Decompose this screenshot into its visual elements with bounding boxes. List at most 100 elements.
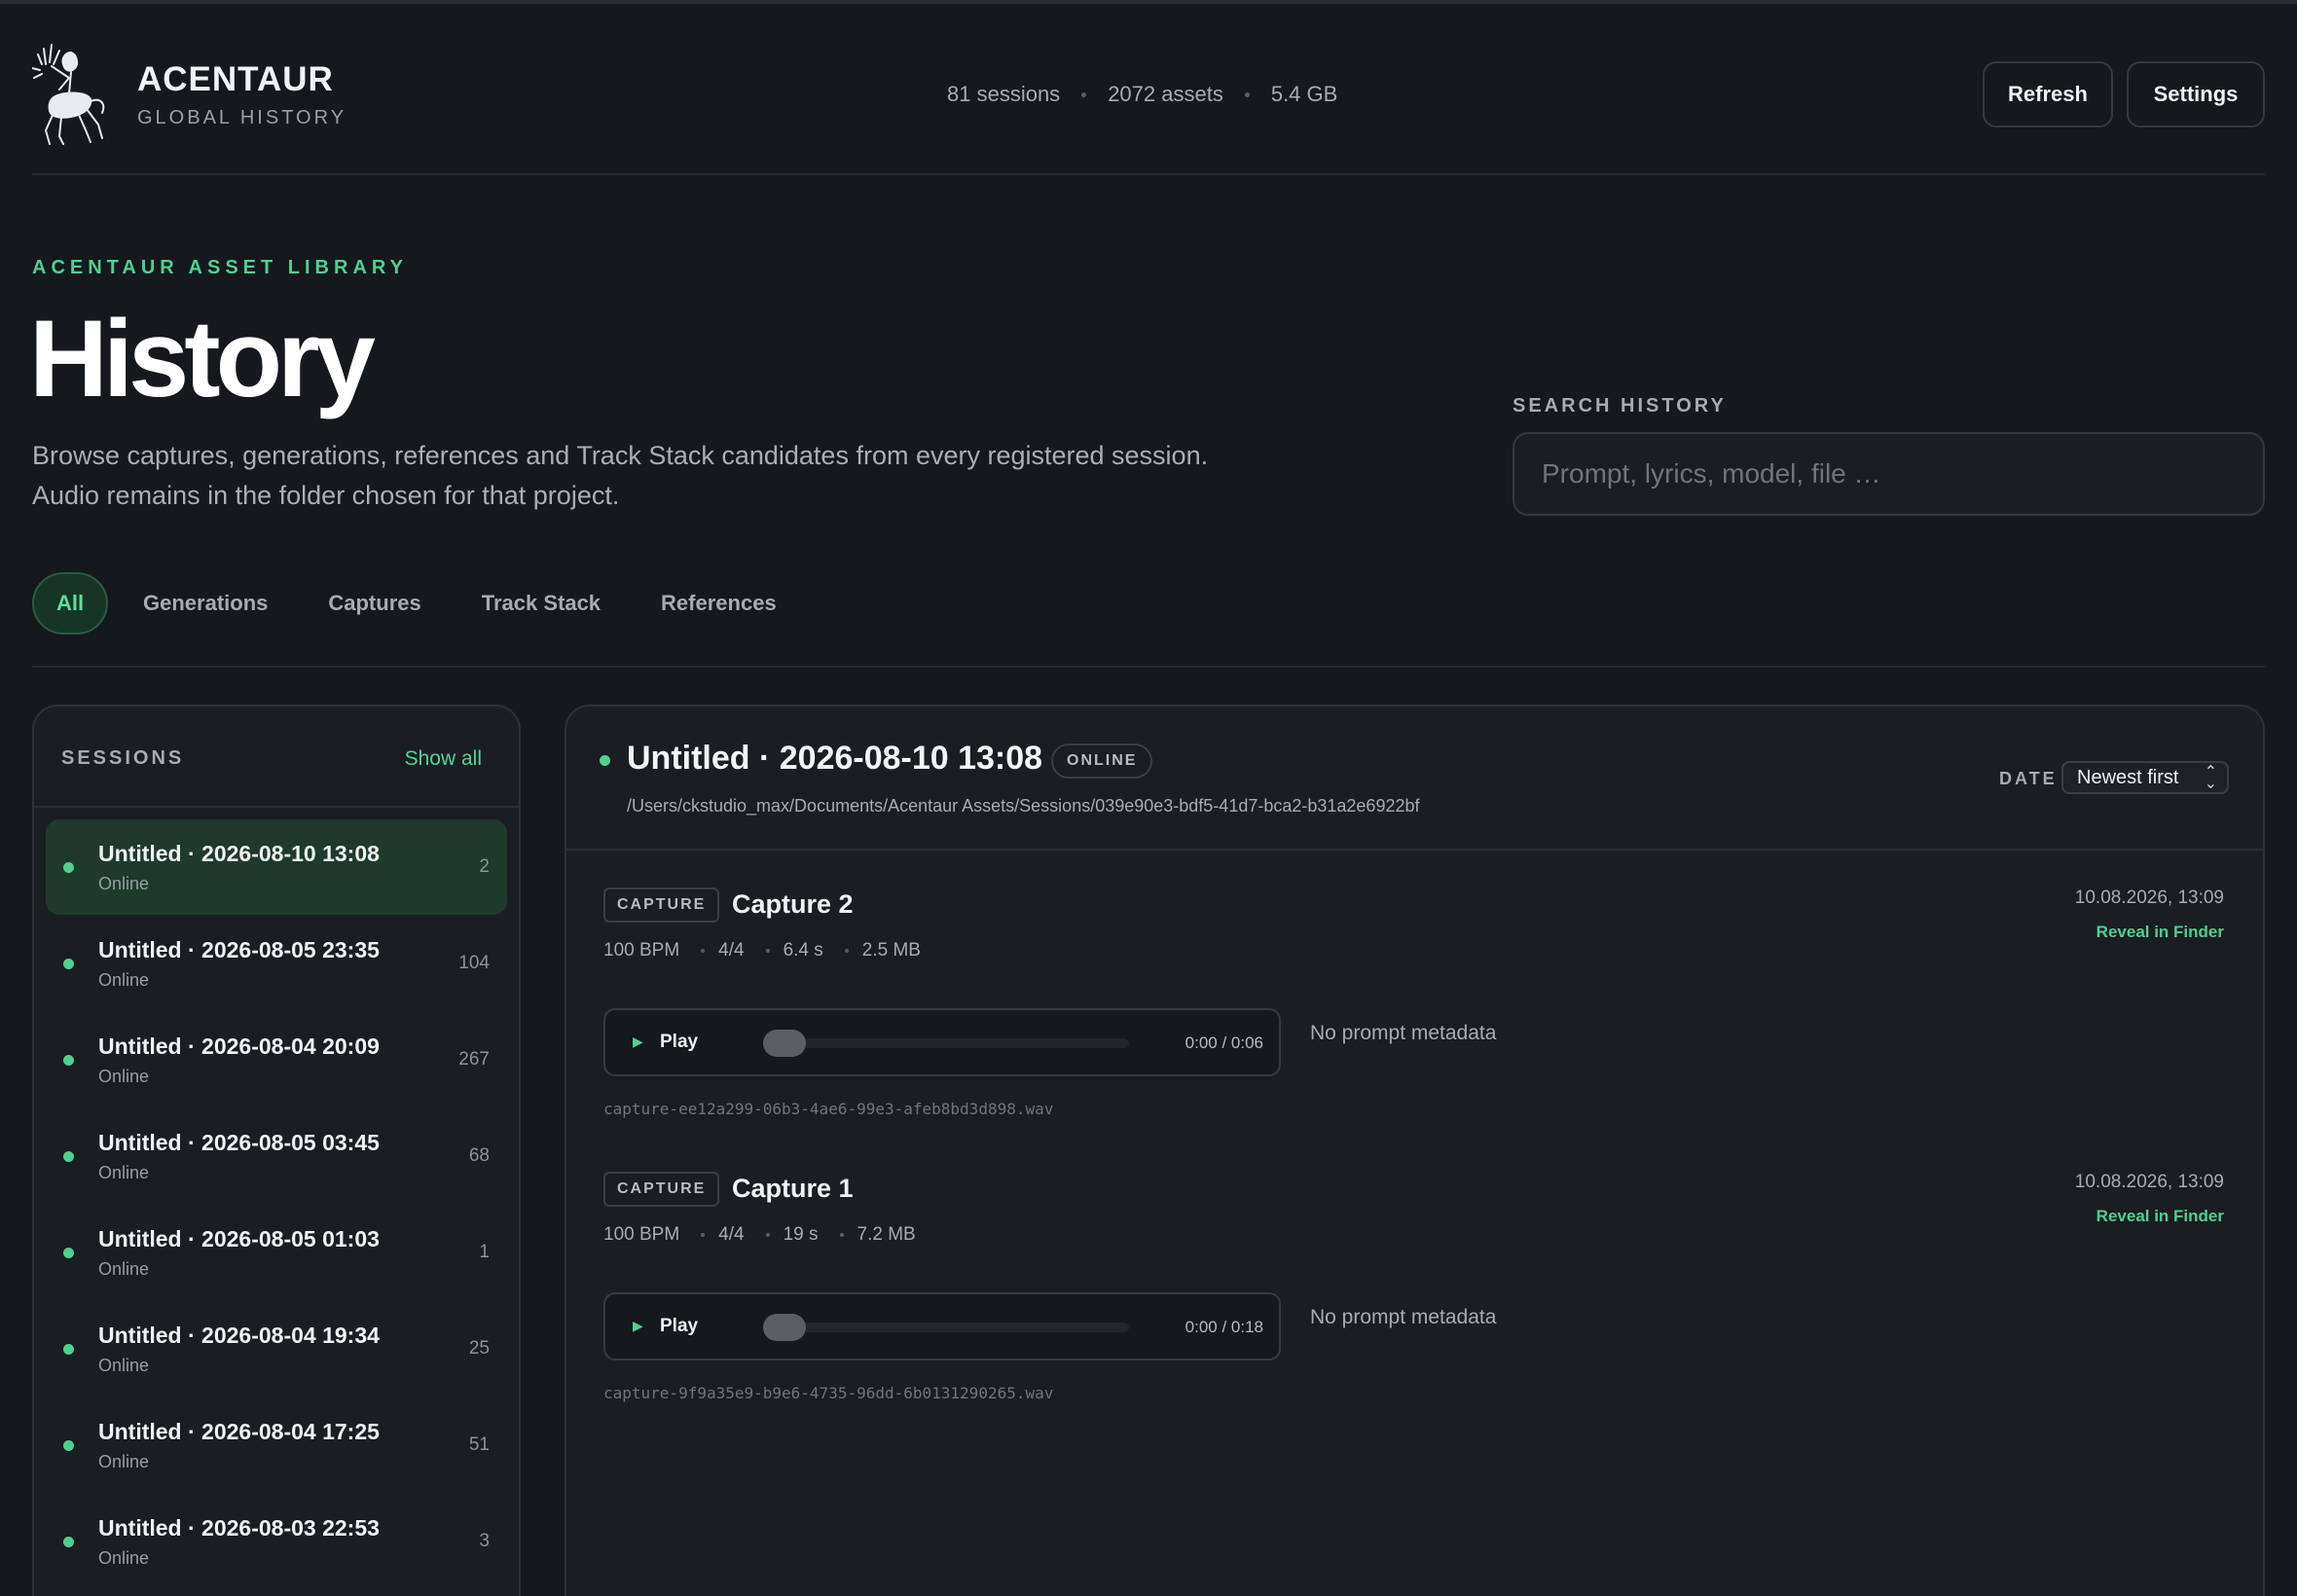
asset-date: 10.08.2026, 13:09: [2074, 1172, 2224, 1192]
asset-metadata: 100 BPM 4/4 6.4 s 2.5 MB: [603, 940, 942, 961]
playback-track[interactable]: [763, 1323, 1129, 1332]
sessions-panel: SESSIONS Show all Untitled · 2026-08-10 …: [32, 705, 521, 1596]
asset-filename: capture-9f9a35e9-b9e6-4735-96dd-6b013129…: [603, 1384, 1054, 1402]
search-input[interactable]: [1514, 434, 2263, 514]
session-asset-count: 3: [479, 1531, 490, 1551]
refresh-button[interactable]: Refresh: [1983, 61, 2113, 127]
online-status-dot: [63, 1344, 74, 1355]
meta-separator: [701, 949, 706, 953]
description-line-1: Browse captures, generations, references…: [32, 441, 1209, 470]
online-status-dot: [63, 959, 74, 969]
session-asset-count: 51: [468, 1434, 490, 1455]
date-sort-label: DATE: [1999, 769, 2058, 788]
meta-separator: [765, 1233, 770, 1237]
audio-player: ▶ Play 0:00 / 0:06: [603, 1008, 1281, 1076]
session-name: Untitled · 2026-08-05 03:45: [98, 1130, 380, 1155]
stat-separator: [1081, 91, 1087, 97]
session-item[interactable]: Untitled · 2026-08-05 01:03 Online 1: [46, 1205, 507, 1300]
page-description: Browse captures, generations, references…: [32, 436, 1336, 516]
chevron-up-down-icon: ⌃ ⌄: [2204, 764, 2217, 792]
asset-type-tag: CAPTURE: [603, 1172, 720, 1207]
asset-name: Capture 2: [732, 889, 854, 919]
asset-size: 7.2 MB: [857, 1224, 916, 1245]
session-status: Online: [98, 1452, 150, 1471]
tab-all[interactable]: All: [32, 572, 108, 635]
session-name: Untitled · 2026-08-05 23:35: [98, 937, 380, 962]
date-sort-select[interactable]: Newest first ⌃ ⌄: [2061, 761, 2229, 794]
show-all-link[interactable]: Show all: [405, 747, 482, 771]
session-status: Online: [98, 1548, 150, 1568]
session-asset-count: 25: [468, 1338, 490, 1359]
settings-button[interactable]: Settings: [2127, 61, 2265, 127]
play-icon[interactable]: ▶: [633, 1034, 643, 1050]
prompt-metadata: No prompt metadata: [1310, 1306, 1497, 1328]
asset-date: 10.08.2026, 13:09: [2074, 888, 2224, 908]
session-name: Untitled · 2026-08-04 20:09: [98, 1034, 380, 1059]
playback-scrubber[interactable]: [763, 1030, 806, 1057]
tab-references[interactable]: References: [661, 591, 777, 616]
search-box: [1513, 432, 2265, 516]
reveal-in-finder-link[interactable]: Reveal in Finder: [2096, 923, 2224, 942]
playback-track[interactable]: [763, 1038, 1129, 1048]
window-top-edge: [0, 0, 2297, 4]
description-line-2: Audio remains in the folder chosen for t…: [32, 481, 620, 510]
reveal-in-finder-link[interactable]: Reveal in Finder: [2096, 1207, 2224, 1226]
asset-filename: capture-ee12a299-06b3-4ae6-99e3-afeb8bd3…: [603, 1100, 1054, 1118]
session-status: Online: [98, 1259, 150, 1279]
session-name: Untitled · 2026-08-04 19:34: [98, 1323, 380, 1348]
sessions-header: SESSIONS Show all: [34, 707, 519, 808]
centaur-logo-icon: [32, 44, 105, 145]
session-name: Untitled · 2026-08-10 13:08: [98, 841, 380, 866]
session-name: Untitled · 2026-08-04 17:25: [98, 1419, 380, 1444]
tab-track-stack[interactable]: Track Stack: [482, 591, 601, 616]
asset-type-tag: CAPTURE: [603, 888, 720, 923]
session-item[interactable]: Untitled · 2026-08-05 23:35 Online 104: [46, 916, 507, 1011]
asset-card: CAPTURE Capture 2 100 BPM 4/4 6.4 s 2.5 …: [566, 888, 2263, 1170]
storage-size: 5.4 GB: [1270, 82, 1338, 106]
online-status-dot: [600, 755, 610, 766]
app-header: ACENTAUR GLOBAL HISTORY 81 sessions 2072…: [32, 39, 2265, 175]
session-item[interactable]: Untitled · 2026-08-10 13:08 Online 2: [46, 819, 507, 915]
online-status-dot: [63, 1440, 74, 1451]
online-status-dot: [63, 1537, 74, 1547]
session-detail-header: Untitled · 2026-08-10 13:08 ONLINE /User…: [566, 707, 2263, 851]
session-item[interactable]: Untitled · 2026-08-04 20:09 Online 267: [46, 1012, 507, 1107]
session-list: Untitled · 2026-08-10 13:08 Online 2 Unt…: [34, 808, 519, 1589]
session-detail-panel: Untitled · 2026-08-10 13:08 ONLINE /User…: [565, 705, 2265, 1596]
session-item[interactable]: Untitled · 2026-08-04 17:25 Online 51: [46, 1397, 507, 1493]
asset-bpm: 100 BPM: [603, 940, 680, 961]
asset-name: Capture 1: [732, 1174, 854, 1203]
session-item[interactable]: Untitled · 2026-08-03 22:53 Online 3: [46, 1494, 507, 1589]
asset-bpm: 100 BPM: [603, 1224, 680, 1245]
online-badge: ONLINE: [1051, 744, 1153, 779]
online-status-dot: [63, 862, 74, 873]
tab-captures[interactable]: Captures: [328, 591, 420, 616]
tab-generations[interactable]: Generations: [143, 591, 268, 616]
session-title: Untitled · 2026-08-10 13:08: [627, 740, 1043, 777]
session-status: Online: [98, 1163, 150, 1182]
asset-meter: 4/4: [718, 1224, 745, 1245]
asset-size: 2.5 MB: [861, 940, 921, 961]
session-asset-count: 68: [468, 1145, 490, 1166]
play-button[interactable]: Play: [660, 1032, 698, 1053]
page-title: History: [29, 298, 376, 419]
play-button[interactable]: Play: [660, 1316, 698, 1337]
session-status: Online: [98, 970, 150, 990]
asset-card: CAPTURE Capture 1 100 BPM 4/4 19 s 7.2 M…: [566, 1172, 2263, 1454]
session-item[interactable]: Untitled · 2026-08-05 03:45 Online 68: [46, 1108, 507, 1204]
asset-duration: 6.4 s: [783, 940, 823, 961]
session-asset-count: 267: [458, 1049, 490, 1070]
play-icon[interactable]: ▶: [633, 1318, 643, 1334]
playback-scrubber[interactable]: [763, 1314, 806, 1341]
meta-separator: [839, 1233, 844, 1237]
playback-time: 0:00 / 0:06: [1185, 1034, 1263, 1052]
online-status-dot: [63, 1151, 74, 1162]
online-status-dot: [63, 1248, 74, 1258]
session-asset-count: 104: [458, 953, 490, 973]
assets-count: 2072 assets: [1108, 82, 1223, 106]
library-stats: 81 sessions 2072 assets 5.4 GB: [947, 82, 1337, 107]
session-item[interactable]: Untitled · 2026-08-04 19:34 Online 25: [46, 1301, 507, 1396]
brand: ACENTAUR GLOBAL HISTORY: [32, 43, 346, 146]
session-folder-path: /Users/ckstudio_max/Documents/Acentaur A…: [627, 796, 1420, 816]
sessions-count: 81 sessions: [947, 82, 1061, 106]
